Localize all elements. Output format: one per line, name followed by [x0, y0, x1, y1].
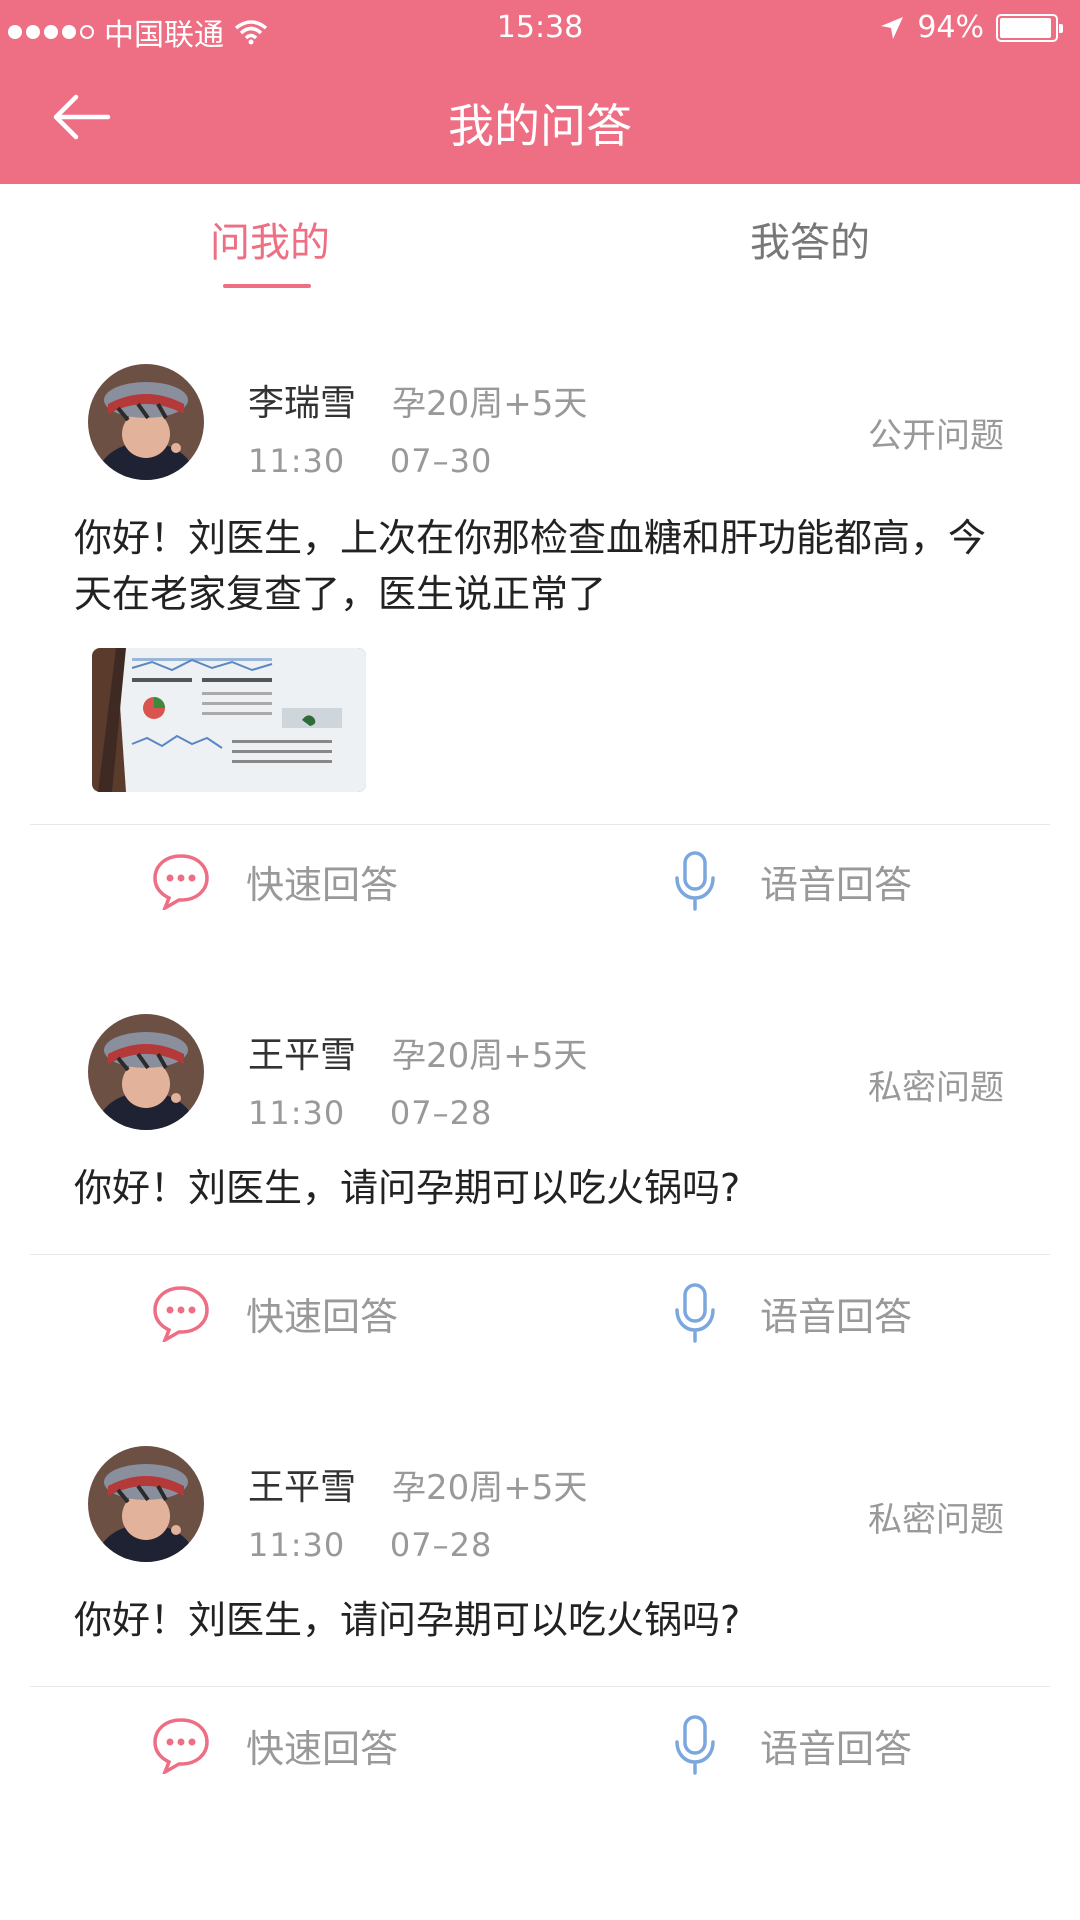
question-type-badge: 私密问题	[868, 1500, 1004, 1540]
avatar[interactable]	[88, 1446, 204, 1562]
attachment-thumbnail[interactable]	[92, 648, 366, 792]
page-title: 我的问答	[448, 99, 632, 153]
question-card[interactable]: 王平雪 孕20周+5天 11:30 07–28 私密问题 你好！刘医生，请问孕期…	[0, 1378, 1080, 1798]
voice-answer-label: 语音回答	[760, 862, 913, 907]
avatar[interactable]	[88, 1014, 204, 1130]
time-text: 11:30	[248, 1526, 346, 1564]
chat-bubble-icon	[150, 1282, 212, 1344]
asker-name: 李瑞雪	[248, 383, 357, 424]
quick-answer-label: 快速回答	[246, 1726, 399, 1771]
microphone-icon	[664, 1714, 726, 1776]
avatar[interactable]	[88, 364, 204, 480]
quick-answer-button[interactable]: 快速回答	[150, 1282, 398, 1344]
status-bar: 中国联通 15:38 94%	[0, 0, 1080, 54]
asker-name: 王平雪	[248, 1035, 357, 1076]
voice-answer-label: 语音回答	[760, 1726, 913, 1771]
date-text: 07–28	[389, 1526, 493, 1564]
report-image	[92, 648, 366, 792]
voice-answer-button[interactable]: 语音回答	[664, 1714, 912, 1776]
voice-answer-button[interactable]: 语音回答	[664, 850, 912, 912]
date-text: 07–28	[389, 1094, 493, 1132]
microphone-icon	[664, 850, 726, 912]
nav-bar: 我的问答	[0, 54, 1080, 184]
quick-answer-label: 快速回答	[246, 1294, 399, 1339]
question-text[interactable]: 你好！刘医生，请问孕期可以吃火锅吗?	[74, 1592, 1014, 1648]
status-right: 94%	[879, 10, 1063, 45]
battery-icon	[996, 13, 1063, 42]
chat-bubble-icon	[150, 850, 212, 912]
question-time: 11:30 07–30	[248, 442, 492, 480]
tab-asked-me[interactable]: 问我的	[0, 210, 540, 268]
question-card[interactable]: 李瑞雪 孕20周+5天 11:30 07–30 公开问题 你好！刘医生，上次在你…	[0, 294, 1080, 974]
question-type-badge: 公开问题	[868, 416, 1004, 456]
question-text[interactable]: 你好！刘医生，上次在你那检查血糖和肝功能都高，今天在老家复查了，医生说正常了	[74, 510, 1014, 622]
divider	[30, 1686, 1050, 1687]
question-time: 11:30 07–28	[248, 1526, 492, 1564]
date-text: 07–30	[389, 442, 493, 480]
quick-answer-label: 快速回答	[246, 862, 399, 907]
microphone-icon	[664, 1282, 726, 1344]
battery-fill	[1000, 17, 1051, 38]
question-card[interactable]: 王平雪 孕20周+5天 11:30 07–28 私密问题 你好！刘医生，请问孕期…	[0, 946, 1080, 1366]
avatar-image	[88, 1446, 204, 1562]
location-arrow-icon	[881, 16, 904, 39]
question-time: 11:30 07–28	[248, 1094, 492, 1132]
time-text: 11:30	[248, 442, 346, 480]
active-tab-indicator	[223, 284, 311, 288]
app-header: 中国联通 15:38 94% 我的问答	[0, 0, 1080, 184]
tab-bar: 问我的 我答的	[0, 184, 1080, 294]
quick-answer-button[interactable]: 快速回答	[150, 1714, 398, 1776]
divider	[30, 1254, 1050, 1255]
chat-bubble-icon	[150, 1714, 212, 1776]
pregnancy-week: 孕20周+5天	[392, 384, 588, 424]
asker-name: 王平雪	[248, 1467, 357, 1508]
avatar-image	[88, 364, 204, 480]
battery-percent: 94%	[917, 10, 984, 45]
question-type-badge: 私密问题	[868, 1068, 1004, 1108]
time-text: 11:30	[248, 1094, 346, 1132]
tab-my-answers[interactable]: 我答的	[540, 210, 1080, 268]
pregnancy-week: 孕20周+5天	[392, 1468, 588, 1508]
question-text[interactable]: 你好！刘医生，请问孕期可以吃火锅吗?	[74, 1160, 1014, 1216]
avatar-image	[88, 1014, 204, 1130]
voice-answer-button[interactable]: 语音回答	[664, 1282, 912, 1344]
pregnancy-week: 孕20周+5天	[392, 1036, 588, 1076]
quick-answer-button[interactable]: 快速回答	[150, 850, 398, 912]
divider	[30, 824, 1050, 825]
voice-answer-label: 语音回答	[760, 1294, 913, 1339]
